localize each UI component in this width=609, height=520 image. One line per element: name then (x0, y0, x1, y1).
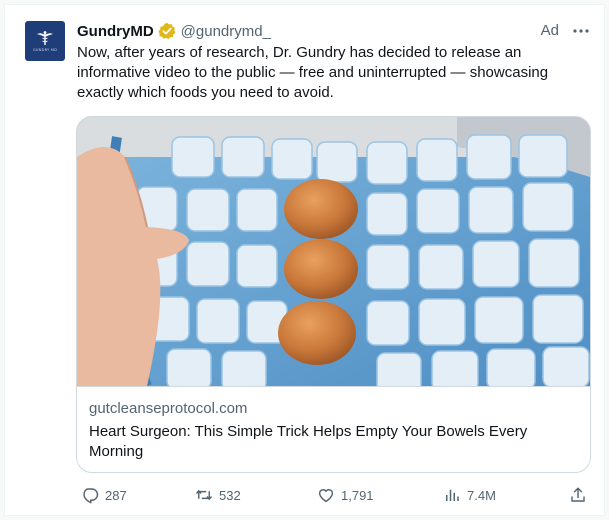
avatar-label: GUNDRY MD (32, 48, 58, 52)
like-button[interactable]: 1,791 (317, 483, 374, 507)
card-image[interactable] (77, 117, 590, 386)
share-icon (571, 487, 585, 502)
tweet[interactable]: GUNDRY MD GundryMD @gundrymd_ Ad Now, af… (4, 4, 605, 516)
reply-count: 287 (105, 487, 127, 503)
ad-label: Ad (540, 22, 559, 39)
author-handle[interactable]: @gundrymd_ (181, 23, 271, 40)
reply-button[interactable]: 287 (81, 483, 127, 507)
card-meta[interactable]: gutcleanseprotocol.com Heart Surgeon: Th… (77, 386, 590, 472)
card-title[interactable]: Heart Surgeon: This Simple Trick Helps E… (89, 422, 549, 462)
tweet-text: Now, after years of research, Dr. Gundry… (77, 44, 549, 101)
reply-icon (83, 488, 99, 504)
verified-badge-icon[interactable] (158, 22, 176, 40)
author-name[interactable]: GundryMD (77, 23, 154, 40)
share-button[interactable] (569, 483, 587, 507)
more-icon[interactable] (571, 21, 591, 41)
views-count: 7.4M (467, 487, 496, 503)
caduceus-logo-icon (37, 31, 53, 45)
like-icon (318, 489, 334, 503)
views-button[interactable]: 7.4M (443, 483, 496, 507)
like-count: 1,791 (341, 487, 374, 503)
action-bar: 287 532 1,791 7.4M (77, 483, 597, 507)
avatar[interactable]: GUNDRY MD (25, 21, 65, 61)
card-domain[interactable]: gutcleanseprotocol.com (89, 399, 578, 419)
link-card[interactable]: gutcleanseprotocol.com Heart Surgeon: Th… (76, 116, 591, 473)
views-icon (446, 489, 459, 501)
retweet-button[interactable]: 532 (195, 483, 241, 507)
retweet-icon (195, 489, 213, 501)
tweet-header: GundryMD @gundrymd_ Ad (77, 21, 597, 41)
retweet-count: 532 (219, 487, 241, 503)
